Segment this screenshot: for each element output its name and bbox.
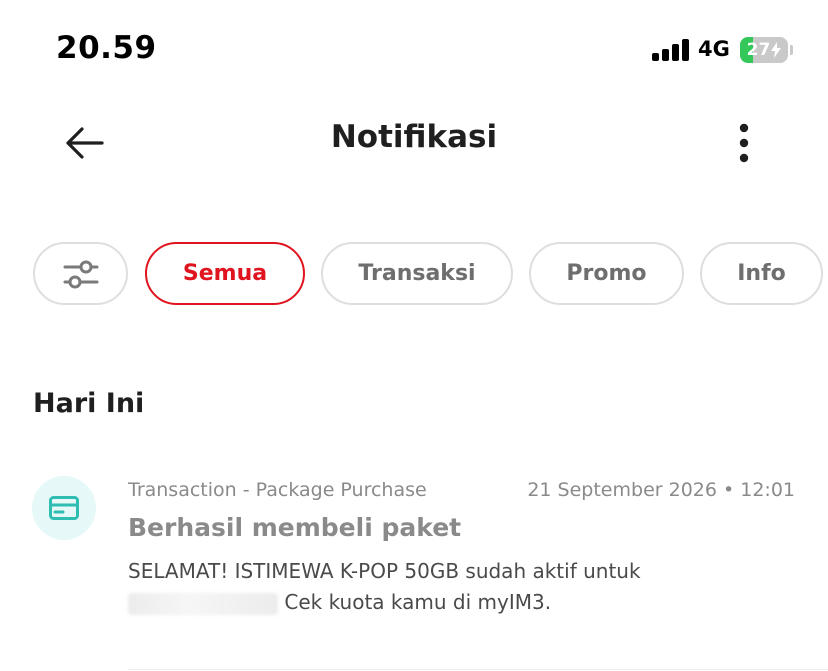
section-title-today: Hari Ini (33, 388, 145, 419)
chip-transaksi[interactable]: Transaksi (321, 242, 513, 305)
notifications-screen: 20.59 4G 27 Notifikasi Semua Transaksi P… (0, 0, 828, 671)
notification-body-line-2-text: Cek kuota kamu di myIM3. (284, 590, 552, 614)
notification-timestamp: 21 September 2026 • 12:01 (527, 479, 795, 501)
more-options-button[interactable] (722, 115, 766, 171)
chip-semua[interactable]: Semua (145, 242, 305, 305)
signal-icon (652, 39, 692, 61)
status-time: 20.59 (56, 30, 157, 66)
charging-bolt-icon (771, 42, 782, 58)
divider (128, 669, 828, 670)
battery-icon: 27 (740, 37, 788, 63)
sliders-icon (63, 260, 98, 288)
chip-info[interactable]: Info (700, 242, 823, 305)
page-title: Notifikasi (330, 119, 498, 155)
notification-item[interactable]: Transaction - Package Purchase 21 Septem… (0, 460, 828, 671)
chip-promo[interactable]: Promo (529, 242, 684, 305)
filter-button[interactable] (33, 242, 128, 305)
notification-icon-badge (32, 476, 96, 540)
redacted-phone-number (128, 592, 278, 615)
notification-title: Berhasil membeli paket (128, 513, 462, 542)
battery-tip (790, 45, 793, 55)
notification-body: SELAMAT! ISTIMEWA K-POP 50GB sudah aktif… (128, 556, 708, 618)
battery-percent-label: 27 (746, 40, 771, 60)
notification-category: Transaction - Package Purchase (128, 479, 427, 501)
network-type: 4G (698, 37, 730, 61)
notification-body-line-1: SELAMAT! ISTIMEWA K-POP 50GB sudah aktif… (128, 559, 641, 583)
card-icon (49, 496, 79, 520)
more-vertical-icon (739, 123, 749, 163)
notification-body-line-2: Cek kuota kamu di myIM3. (128, 587, 708, 618)
battery-percent: 27 (740, 37, 788, 63)
